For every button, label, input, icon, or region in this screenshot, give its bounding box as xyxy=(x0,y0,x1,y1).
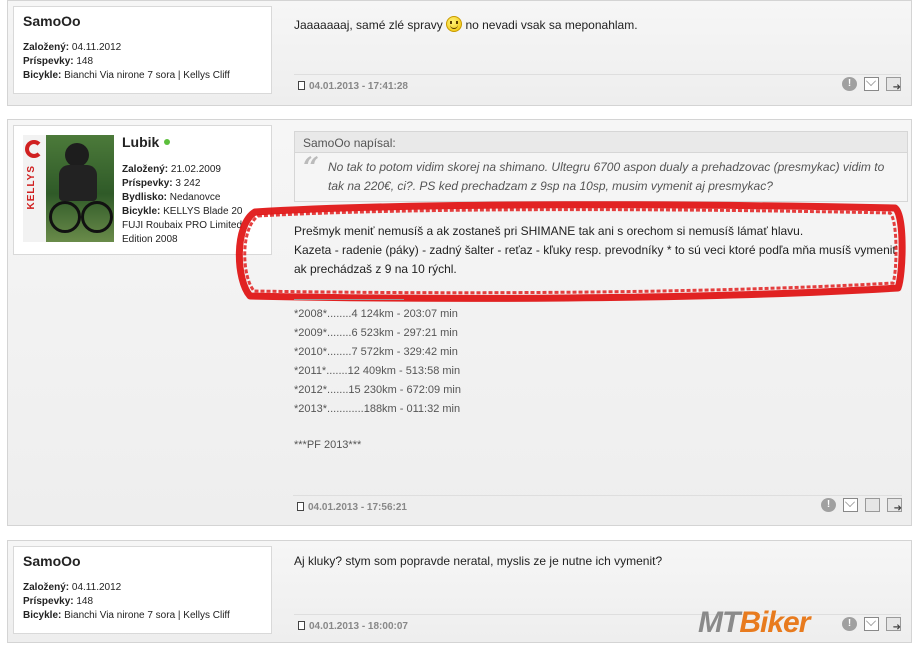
post-date: 04.01.2013 - 17:56:21 xyxy=(297,502,407,513)
quote-text: “ No tak to potom vidim skorej na shiman… xyxy=(303,151,885,194)
quote-icon[interactable] xyxy=(886,617,901,633)
username-link[interactable]: SamoOo xyxy=(23,553,262,569)
post-actions: ! xyxy=(842,617,901,633)
message-icon[interactable] xyxy=(843,498,858,512)
avatar[interactable]: KELLYS xyxy=(23,135,114,242)
kellys-logo-icon xyxy=(25,140,43,158)
username-link[interactable]: SamoOo xyxy=(23,13,262,29)
message-icon[interactable] xyxy=(864,77,879,91)
bike-wheel-icon xyxy=(81,201,113,233)
rider-head-icon xyxy=(65,143,89,167)
avatar-brand-text: KELLYS xyxy=(26,165,37,210)
signature-line: *2013*............188km - 011:32 min xyxy=(294,403,461,415)
report-icon[interactable]: ! xyxy=(842,77,857,91)
smiley-icon xyxy=(446,16,463,32)
post-footer: 04.01.2013 - 18:00:07 ! xyxy=(294,614,901,634)
user-info-card: KELLYS Lubik Založený: 21.02.2009 Príspe… xyxy=(13,125,272,255)
joined-info: Založený: 04.11.2012 xyxy=(23,42,122,53)
user-info-card: SamoOo Založený: 04.11.2012 Príspevky: 1… xyxy=(13,6,272,94)
username-link[interactable]: Lubik xyxy=(122,134,159,150)
mtbiker-watermark-logo: MTBiker xyxy=(698,606,810,639)
posts-count-info: Príspevky: 148 xyxy=(23,596,94,607)
joined-info: Založený: 21.02.2009 xyxy=(122,164,221,175)
post-actions: ! xyxy=(842,77,901,93)
location-info: Bydlisko: Nedanovce xyxy=(122,192,221,203)
joined-info: Založený: 04.11.2012 xyxy=(23,582,122,593)
bikes-info: Bicykle: KELLYS Blade 20 xyxy=(122,206,243,217)
online-status-icon xyxy=(164,139,171,145)
post-body: Jaaaaaaaj, samé zlé spravy no nevadi vsa… xyxy=(294,16,638,32)
reply-text: Prešmyk meniť nemusíš a ak zostaneš pri … xyxy=(294,224,897,276)
quote-mark-icon: “ xyxy=(303,151,320,184)
signature-divider xyxy=(294,299,404,300)
signature-line: *2010*........7 572km - 329:42 min xyxy=(294,346,458,358)
quote-icon[interactable] xyxy=(886,77,901,93)
user-info-card: SamoOo Založený: 04.11.2012 Príspevky: 1… xyxy=(13,546,272,634)
bikes-info-line3: Edition 2008 xyxy=(122,234,178,245)
quote-author: SamoOo napísal: xyxy=(295,132,907,153)
posts-count-info: Príspevky: 3 242 xyxy=(122,178,201,189)
bike-wheel-icon xyxy=(49,201,81,233)
signature-footer: ***PF 2013*** xyxy=(294,439,362,451)
quote-icon[interactable] xyxy=(887,498,902,514)
post-footer: 04.01.2013 - 17:41:28 ! xyxy=(294,74,901,94)
post-date: 04.01.2013 - 18:00:07 xyxy=(298,621,408,632)
posts-count-info: Príspevky: 148 xyxy=(23,56,94,67)
post-actions: ! xyxy=(821,498,902,514)
message-icon[interactable] xyxy=(864,617,879,631)
signature-line: *2011*.......12 409km - 513:58 min xyxy=(294,365,461,377)
signature-line: *2012*.......15 230km - 672:09 min xyxy=(294,384,461,396)
post-date: 04.01.2013 - 17:41:28 xyxy=(298,81,408,92)
bikes-info: Bicykle: Bianchi Via nirone 7 sora | Kel… xyxy=(23,610,230,621)
signature: *2008*........4 124km - 203:07 min *2009… xyxy=(294,305,461,455)
document-icon xyxy=(297,502,304,511)
report-icon[interactable]: ! xyxy=(821,498,836,512)
bikes-info-line2: FUJI Roubaix PRO Limited xyxy=(122,220,243,231)
avatar-band: KELLYS xyxy=(23,135,46,242)
rider-body-icon xyxy=(59,165,97,201)
post-footer: 04.01.2013 - 17:56:21 ! xyxy=(293,495,902,515)
post-body: Aj kluky? stym som popravde neratal, mys… xyxy=(294,554,663,568)
document-icon xyxy=(298,81,305,90)
signature-line: *2009*........6 523km - 297:21 min xyxy=(294,327,458,339)
report-icon[interactable]: ! xyxy=(842,617,857,631)
signature-line: *2008*........4 124km - 203:07 min xyxy=(294,308,458,320)
post-1: SamoOo Založený: 04.11.2012 Príspevky: 1… xyxy=(7,0,912,106)
document-icon xyxy=(298,621,305,630)
edit-icon[interactable] xyxy=(865,498,880,512)
bikes-info: Bicykle: Bianchi Via nirone 7 sora | Kel… xyxy=(23,70,230,81)
quote-block: SamoOo napísal: “ No tak to potom vidim … xyxy=(294,131,908,202)
